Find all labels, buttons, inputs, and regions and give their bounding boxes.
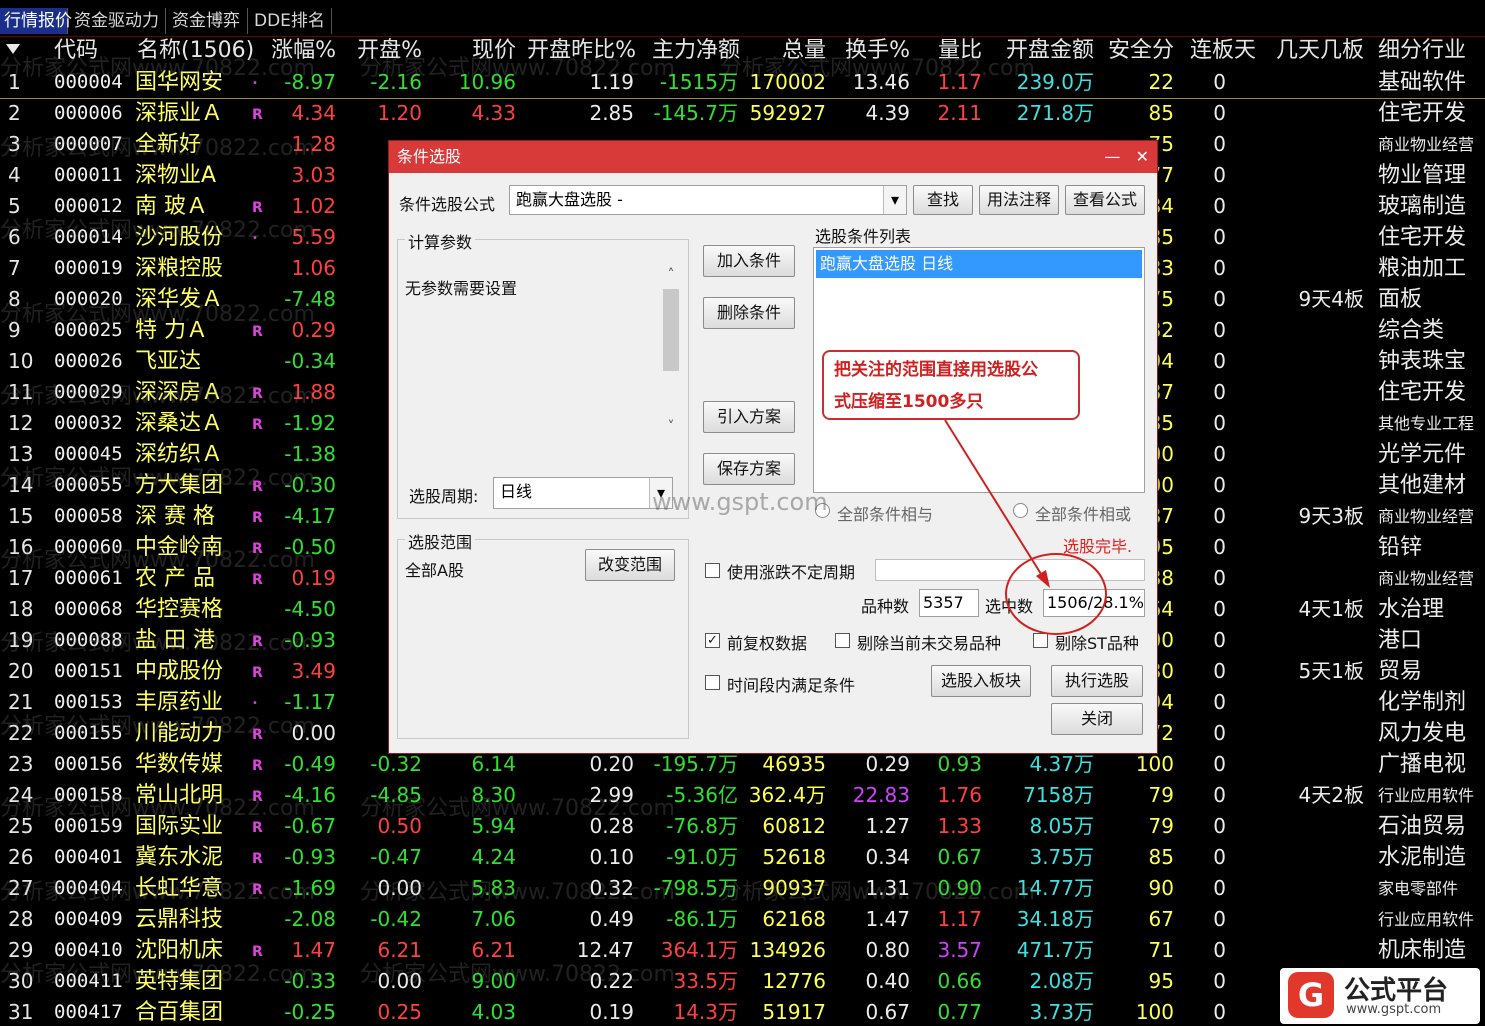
annotation-overlay	[944, 419, 1107, 635]
annotation-arrow-head	[1036, 570, 1050, 588]
gspt-logo: G 公式平台 www.gspt.com	[1280, 968, 1480, 1024]
annotation-circle	[1005, 553, 1107, 635]
stock-quote-screen: 行情报价 资金驱动力 资金博弈 DDE排名 代码 名称(1506) 涨幅% 开盘…	[0, 0, 1485, 1026]
annotation-arrow-line	[944, 419, 1047, 583]
logo-url: www.gspt.com	[1346, 1002, 1442, 1017]
logo-icon: G	[1288, 972, 1334, 1018]
